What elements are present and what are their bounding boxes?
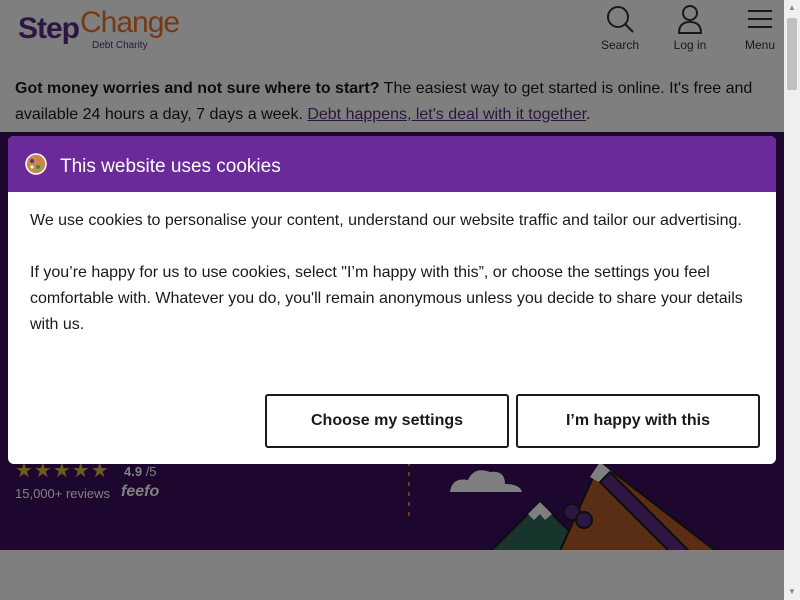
cookie-dialog-title: This website uses cookies <box>60 156 281 177</box>
cookie-icon <box>25 153 47 175</box>
scroll-up-arrow-icon[interactable]: ▲ <box>784 0 800 16</box>
accept-cookies-button[interactable]: I’m happy with this <box>516 394 760 448</box>
cookie-dialog-header: This website uses cookies <box>8 136 776 192</box>
cookie-paragraph-2: If you’re happy for us to use cookies, s… <box>30 264 743 333</box>
scroll-down-arrow-icon[interactable]: ▼ <box>784 584 800 600</box>
cookie-paragraph-1: We use cookies to personalise your conte… <box>30 212 742 229</box>
scroll-thumb[interactable] <box>787 18 797 90</box>
choose-settings-button[interactable]: Choose my settings <box>265 394 509 448</box>
cookie-dialog-body: We use cookies to personalise your conte… <box>8 192 776 338</box>
page-scrollbar[interactable]: ▲ ▼ <box>784 0 800 600</box>
cookie-consent-dialog: This website uses cookies We use cookies… <box>8 136 776 464</box>
